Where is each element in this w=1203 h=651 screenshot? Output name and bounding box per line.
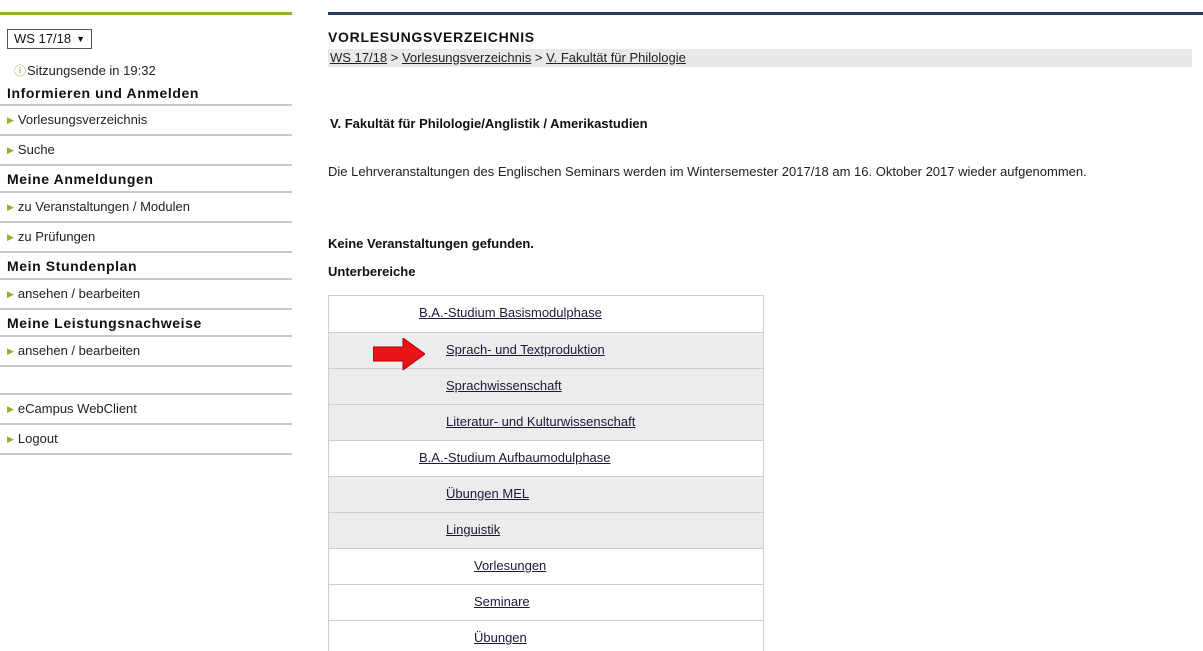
- page-title: VORLESUNGSVERZEICHNIS: [328, 29, 535, 45]
- sidebar-spacer: [0, 367, 292, 395]
- subarea-row: Literatur- und Kulturwissenschaft: [329, 404, 763, 440]
- sidebar-top-bar: [0, 12, 292, 15]
- semester-select-value: WS 17/18: [14, 31, 72, 46]
- subarea-link[interactable]: Sprach- und Textproduktion: [446, 342, 605, 357]
- chevron-down-icon: ▼: [76, 34, 86, 44]
- sidebar-section-title: Mein Stundenplan: [0, 253, 292, 280]
- sidebar-item-leistungsnachweise[interactable]: ▶ ansehen / bearbeiten: [0, 337, 292, 367]
- sidebar-item-pruefungen[interactable]: ▶ zu Prüfungen: [0, 223, 292, 253]
- sidebar-section-title: Meine Anmeldungen: [0, 166, 292, 193]
- sidebar-item-label: zu Veranstaltungen / Modulen: [17, 199, 190, 214]
- subarea-row: Vorlesungen: [329, 548, 763, 584]
- subarea-link[interactable]: Übungen MEL: [446, 486, 529, 501]
- breadcrumb-separator: >: [534, 50, 543, 65]
- subarea-link[interactable]: Linguistik: [446, 522, 500, 537]
- subarea-row: Sprachwissenschaft: [329, 368, 763, 404]
- subarea-row: B.A.-Studium Basismodulphase: [329, 296, 763, 332]
- subarea-link[interactable]: Vorlesungen: [474, 558, 546, 573]
- sidebar-item-vorlesungsverzeichnis[interactable]: ▶ Vorlesungsverzeichnis: [0, 106, 292, 136]
- triangle-right-icon: ▶: [7, 202, 14, 212]
- sidebar-item-label: ansehen / bearbeiten: [17, 343, 141, 358]
- triangle-right-icon: ▶: [7, 232, 14, 242]
- breadcrumb-separator: >: [390, 50, 399, 65]
- notice-text: Die Lehrveranstaltungen des Englischen S…: [328, 164, 1087, 179]
- subarea-link[interactable]: Übungen: [474, 630, 527, 645]
- semester-select[interactable]: WS 17/18 ▼: [7, 29, 93, 49]
- subarea-row: Übungen MEL: [329, 476, 763, 512]
- subarea-link[interactable]: B.A.-Studium Aufbaumodulphase: [419, 450, 611, 465]
- subarea-link[interactable]: Seminare: [474, 594, 530, 609]
- breadcrumb-link-vorlesungsverzeichnis[interactable]: Vorlesungsverzeichnis: [402, 50, 531, 65]
- sidebar-item-label: eCampus WebClient: [17, 401, 137, 416]
- sidebar-item-label: zu Prüfungen: [17, 229, 96, 244]
- sidebar-item-label: Suche: [17, 142, 55, 157]
- main-content: VORLESUNGSVERZEICHNIS WS 17/18 > Vorlesu…: [328, 12, 1203, 651]
- sidebar-item-stundenplan[interactable]: ▶ ansehen / bearbeiten: [0, 280, 292, 310]
- subarea-link[interactable]: Sprachwissenschaft: [446, 378, 562, 393]
- no-courses-message: Keine Veranstaltungen gefunden.: [328, 236, 534, 251]
- main-top-bar: [328, 12, 1203, 15]
- breadcrumb-link-semester[interactable]: WS 17/18: [330, 50, 387, 65]
- arrow-shape: [373, 338, 425, 370]
- sidebar-section-title: Meine Leistungsnachweise: [0, 310, 292, 337]
- subarea-row: Linguistik: [329, 512, 763, 548]
- sidebar-item-label: Vorlesungsverzeichnis: [17, 112, 148, 127]
- sidebar-item-suche[interactable]: ▶ Suche: [0, 136, 292, 166]
- subarea-link[interactable]: B.A.-Studium Basismodulphase: [419, 305, 602, 320]
- sidebar-item-logout[interactable]: ▶ Logout: [0, 425, 292, 455]
- triangle-right-icon: ▶: [7, 115, 14, 125]
- sidebar-item-label: ansehen / bearbeiten: [17, 286, 141, 301]
- triangle-right-icon: ▶: [7, 346, 14, 356]
- sidebar-item-webclient[interactable]: ▶ eCampus WebClient: [0, 395, 292, 425]
- triangle-right-icon: ▶: [7, 289, 14, 299]
- faculty-heading: V. Fakultät für Philologie/Anglistik / A…: [330, 116, 648, 131]
- breadcrumb: WS 17/18 > Vorlesungsverzeichnis > V. Fa…: [328, 49, 1192, 67]
- triangle-right-icon: ▶: [7, 145, 14, 155]
- subarea-link[interactable]: Literatur- und Kulturwissenschaft: [446, 414, 635, 429]
- sidebar-item-veranstaltungen[interactable]: ▶ zu Veranstaltungen / Modulen: [0, 193, 292, 223]
- subarea-row: Übungen: [329, 620, 763, 651]
- sidebar-section-title: Informieren und Anmelden: [0, 80, 292, 106]
- triangle-right-icon: ▶: [7, 434, 14, 444]
- breadcrumb-link-fakultaet[interactable]: V. Fakultät für Philologie: [546, 50, 686, 65]
- triangle-right-icon: ▶: [7, 404, 14, 414]
- subarea-row: Seminare: [329, 584, 763, 620]
- session-timer: ⓘSitzungsende in 19:32: [14, 62, 292, 80]
- red-arrow-annotation: [373, 338, 425, 370]
- info-icon: ⓘ: [14, 64, 27, 78]
- sidebar-item-label: Logout: [17, 431, 58, 446]
- session-timer-text: Sitzungsende in 19:32: [27, 63, 156, 78]
- subarea-row: B.A.-Studium Aufbaumodulphase: [329, 440, 763, 476]
- subareas-heading: Unterbereiche: [328, 264, 416, 279]
- sidebar: WS 17/18 ▼ ⓘSitzungsende in 19:32 Informi…: [0, 12, 292, 455]
